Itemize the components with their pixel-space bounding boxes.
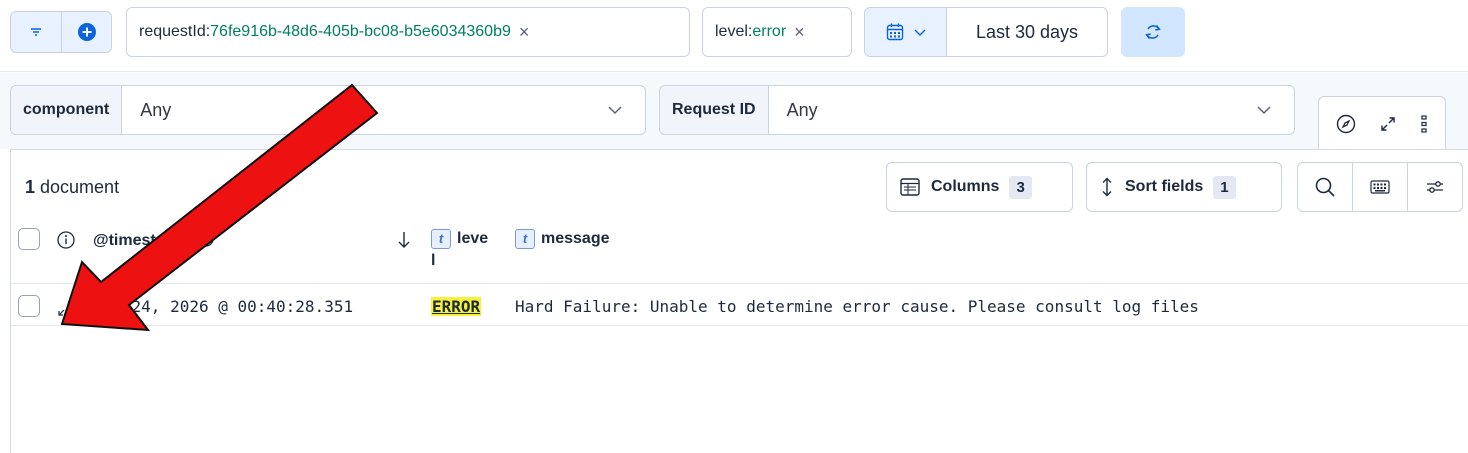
add-filter-button[interactable]: [61, 12, 111, 52]
query-bar: requestId: 76fe916b-48d6-405b-bc08-b5e60…: [0, 0, 1468, 72]
sort-arrow-icon[interactable]: [397, 230, 411, 250]
sort-count-badge: 1: [1213, 175, 1236, 199]
display-settings-button[interactable]: [1407, 163, 1462, 211]
grid-tools-group: [1297, 162, 1463, 212]
request-id-value: Any: [786, 99, 818, 120]
column-header-level[interactable]: t leve l: [431, 228, 488, 272]
keyboard-icon: [1370, 180, 1390, 194]
date-picker: Last 30 days: [864, 7, 1108, 57]
refresh-button[interactable]: [1121, 7, 1185, 57]
component-value: Any: [140, 99, 172, 120]
filter-menu-button[interactable]: [11, 12, 61, 52]
filter-pill-level[interactable]: level: error ×: [702, 7, 852, 57]
document-count: 1 document: [25, 177, 119, 198]
request-id-control[interactable]: Request ID Any: [659, 85, 1295, 135]
chevron-down-icon: [1234, 86, 1294, 134]
row-select-checkbox[interactable]: [18, 295, 40, 317]
column-header-timestamp[interactable]: @timestamp: [93, 230, 215, 250]
expand-icon[interactable]: [1377, 113, 1399, 135]
request-id-label: Request ID: [660, 86, 769, 134]
level-header-label: leve: [457, 230, 489, 247]
columns-label: Columns: [931, 178, 1000, 195]
filter-icon: [31, 28, 41, 36]
filter-key: level:: [715, 23, 753, 40]
message-header-label: message: [541, 230, 610, 247]
add-filter-icon: [77, 23, 96, 41]
compass-icon[interactable]: [1335, 113, 1357, 135]
row-divider: [11, 325, 1468, 326]
timestamp-header-label: @timestamp: [93, 232, 189, 249]
info-icon[interactable]: [56, 230, 76, 250]
columns-icon: [900, 178, 920, 196]
filter-value: 76fe916b-48d6-405b-bc08-b5e6034360b9: [210, 23, 511, 40]
search-button[interactable]: [1298, 163, 1352, 211]
filter-pill-request-id[interactable]: requestId: 76fe916b-48d6-405b-bc08-b5e60…: [126, 7, 690, 57]
timestamp-cell[interactable]: Mar 24, 2026 @ 00:40:28.351: [93, 297, 353, 316]
filter-button-group: [10, 11, 112, 53]
keyboard-shortcuts-button[interactable]: [1352, 163, 1407, 211]
search-icon: [1315, 177, 1335, 197]
select-all-checkbox[interactable]: [18, 228, 40, 250]
sort-icon: [1102, 177, 1112, 197]
filter-key: requestId:: [139, 23, 211, 40]
documents-panel: 1 document Columns 3 Sort fields 1 @time…: [10, 149, 1468, 453]
calendar-icon: [886, 23, 903, 41]
sort-fields-button[interactable]: Sort fields 1: [1086, 162, 1282, 212]
row-divider: [11, 283, 1468, 284]
expand-row-icon[interactable]: [56, 300, 76, 318]
panel-toolbar: [1318, 96, 1446, 150]
text-field-type-icon: t: [431, 228, 451, 249]
remove-filter-button[interactable]: ×: [519, 22, 530, 43]
document-count-number: 1: [25, 177, 36, 197]
chevron-down-icon: [585, 86, 645, 134]
refresh-icon: [1145, 25, 1161, 39]
quick-date-menu-button[interactable]: [865, 8, 947, 56]
level-badge: ERROR: [431, 297, 482, 316]
sort-fields-label: Sort fields: [1125, 178, 1204, 195]
filter-value: error: [752, 23, 787, 40]
message-cell[interactable]: Hard Failure: Unable to determine error …: [515, 297, 1199, 316]
columns-count-badge: 3: [1009, 175, 1032, 199]
clock-icon: [198, 231, 214, 247]
level-header-label-wrap: l: [431, 252, 436, 269]
document-count-label: document: [35, 177, 120, 197]
chevron-down-icon: [914, 29, 925, 36]
level-cell[interactable]: ERROR: [431, 297, 482, 316]
remove-filter-button[interactable]: ×: [794, 22, 805, 43]
text-field-type-icon: t: [515, 228, 535, 249]
date-range-display[interactable]: Last 30 days: [947, 8, 1107, 56]
settings-sliders-icon: [1427, 181, 1443, 193]
controls-bar: component Any Request ID Any: [0, 73, 1468, 149]
more-icon[interactable]: [1419, 113, 1429, 135]
columns-button[interactable]: Columns 3: [886, 162, 1073, 212]
component-control[interactable]: component Any: [10, 85, 646, 135]
column-header-message[interactable]: t message: [515, 228, 610, 250]
component-label: component: [11, 86, 123, 134]
